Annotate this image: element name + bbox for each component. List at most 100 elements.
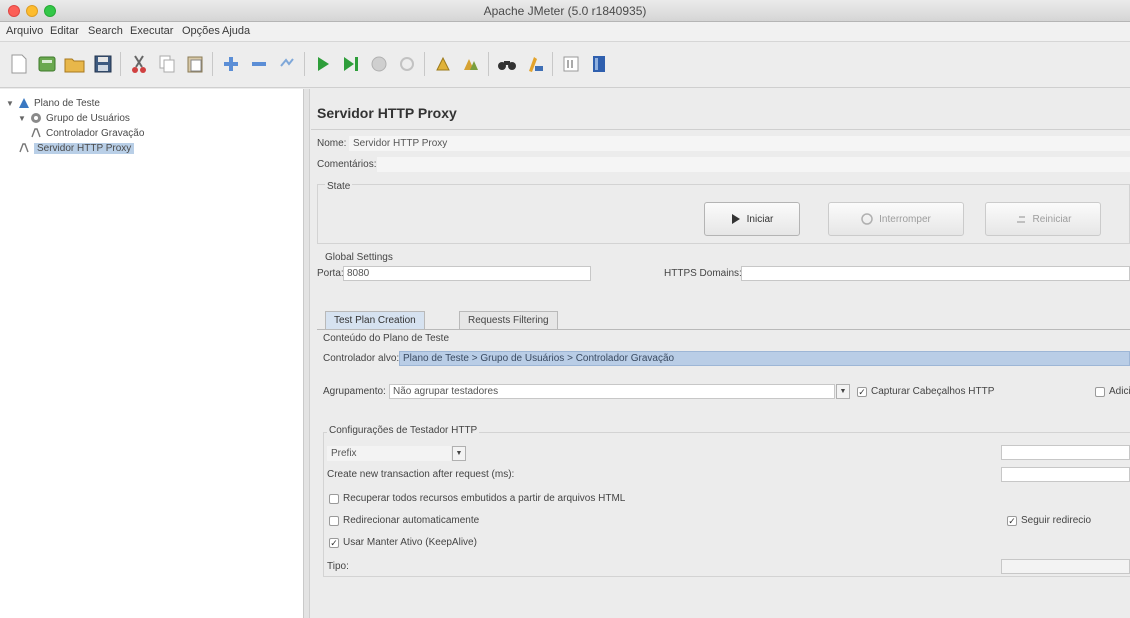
menu-ajuda[interactable]: Ajuda (222, 25, 250, 37)
retrieve-resources-checkbox[interactable]: Recuperar todos recursos embutidos a par… (329, 493, 625, 504)
follow-redirects-checkbox[interactable]: ✓ Seguir redirecio (1007, 515, 1091, 526)
toolbar-separator (552, 52, 553, 76)
split-pane-divider[interactable] (304, 89, 310, 618)
redirect-auto-checkbox[interactable]: Redirecionar automaticamente (329, 515, 479, 526)
window-titlebar: Apache JMeter (5.0 r1840935) (0, 0, 1130, 22)
checkbox-checked-icon: ✓ (857, 386, 867, 397)
toolbar-separator (120, 52, 121, 76)
menu-editar[interactable]: Editar (50, 25, 79, 37)
retrieve-resources-label: Recuperar todos recursos embutidos a par… (343, 493, 626, 504)
play-icon (731, 214, 740, 224)
tab-requests-filtering[interactable]: Requests Filtering (459, 311, 558, 329)
test-plan-content-label: Conteúdo do Plano de Teste (323, 333, 450, 344)
toolbar-separator (488, 52, 489, 76)
prefix-select[interactable]: Prefix (327, 446, 451, 461)
capture-headers-label: Capturar Cabeçalhos HTTP (871, 386, 995, 397)
start-no-pause-icon[interactable] (338, 51, 364, 77)
title-divider (311, 129, 1130, 130)
port-label: Porta: (317, 268, 344, 279)
clear-icon[interactable] (430, 51, 456, 77)
page-title: Servidor HTTP Proxy (317, 105, 457, 121)
transaction-delay-field[interactable] (1001, 467, 1130, 482)
toggle-icon[interactable] (274, 51, 300, 77)
comments-field[interactable] (377, 157, 1130, 172)
controller-icon (31, 128, 41, 138)
toolbar-separator (424, 52, 425, 76)
state-label: State (325, 181, 353, 192)
comments-label: Comentários: (317, 159, 377, 170)
prefix-value-field[interactable] (1001, 445, 1130, 460)
follow-redirects-label: Seguir redirecio (1021, 515, 1092, 526)
tree-node-test-plan[interactable]: ▼ Plano de Teste (6, 97, 100, 109)
proxy-icon (19, 143, 29, 153)
redirect-auto-label: Redirecionar automaticamente (343, 515, 480, 526)
test-plan-icon (19, 98, 29, 108)
menu-opcoes[interactable]: Opções (182, 25, 220, 37)
global-settings-label: Global Settings (325, 252, 393, 263)
cut-icon[interactable] (126, 51, 152, 77)
menu-arquivo[interactable]: Arquivo (6, 25, 43, 37)
collapse-twisty-icon[interactable]: ▼ (6, 99, 14, 108)
keepalive-label: Usar Manter Ativo (KeepAlive) (343, 537, 477, 548)
open-icon[interactable] (62, 51, 88, 77)
menu-bar: Arquivo Editar Search Executar Opções Aj… (0, 22, 1130, 42)
checkbox-unchecked-icon (329, 515, 339, 526)
target-controller-select[interactable]: Plano de Teste > Grupo de Usuários > Con… (399, 351, 1130, 366)
checkbox-checked-icon: ✓ (1007, 515, 1017, 526)
keepalive-checkbox[interactable]: ✓ Usar Manter Ativo (KeepAlive) (329, 537, 477, 548)
grouping-select[interactable]: Não agrupar testadores (389, 384, 835, 399)
stop-icon[interactable] (366, 51, 392, 77)
copy-icon[interactable] (154, 51, 180, 77)
checkbox-checked-icon: ✓ (329, 537, 339, 548)
paste-icon[interactable] (182, 51, 208, 77)
toolbar-separator (304, 52, 305, 76)
tree-node-http-proxy[interactable]: Servidor HTTP Proxy (18, 142, 135, 154)
collapse-icon[interactable] (246, 51, 272, 77)
grouping-dropdown-arrow-icon[interactable]: ▼ (836, 384, 850, 399)
tree-node-label: Servidor HTTP Proxy (34, 142, 135, 154)
https-domains-label: HTTPS Domains: (664, 268, 742, 279)
stop-button[interactable]: Interromper (828, 202, 964, 236)
add-assertions-checkbox[interactable]: Adicio (1095, 386, 1130, 397)
port-field[interactable]: 8080 (343, 266, 591, 281)
start-button-label: Iniciar (746, 213, 774, 225)
restart-icon (1016, 216, 1025, 223)
expand-icon[interactable] (218, 51, 244, 77)
start-icon[interactable] (310, 51, 336, 77)
help-icon[interactable] (586, 51, 612, 77)
menu-executar[interactable]: Executar (130, 25, 173, 37)
checkbox-unchecked-icon (329, 493, 339, 504)
name-field[interactable]: Servidor HTTP Proxy (349, 136, 1130, 151)
test-plan-tree: ▼ Plano de Teste ▼ Grupo de Usuários Con… (0, 89, 304, 618)
start-button[interactable]: Iniciar (704, 202, 800, 236)
new-icon[interactable] (6, 51, 32, 77)
menu-search[interactable]: Search (88, 25, 123, 37)
capture-headers-checkbox[interactable]: ✓ Capturar Cabeçalhos HTTP (857, 386, 994, 397)
https-domains-field[interactable] (741, 266, 1130, 281)
tree-node-thread-group[interactable]: ▼ Grupo de Usuários (18, 112, 130, 124)
thread-group-gear-icon (31, 113, 41, 123)
type-label: Tipo: (327, 561, 349, 572)
toolbar (0, 42, 1130, 88)
tree-node-recording-controller[interactable]: Controlador Gravação (30, 127, 144, 139)
proxy-settings-panel: Servidor HTTP Proxy Nome: Servidor HTTP … (311, 89, 1130, 618)
prefix-dropdown-arrow-icon[interactable]: ▼ (452, 446, 466, 461)
clear-all-icon[interactable] (458, 51, 484, 77)
toolbar-separator (212, 52, 213, 76)
sampler-config-label: Configurações de Testador HTTP (327, 425, 480, 436)
tree-node-label: Grupo de Usuários (46, 112, 130, 124)
tab-test-plan-creation[interactable]: Test Plan Creation (325, 311, 425, 329)
function-helper-icon[interactable] (558, 51, 584, 77)
save-icon[interactable] (90, 51, 116, 77)
restart-button[interactable]: Reiniciar (985, 202, 1101, 236)
shutdown-icon[interactable] (394, 51, 420, 77)
reset-search-icon[interactable] (522, 51, 548, 77)
collapse-twisty-icon[interactable]: ▼ (18, 114, 26, 123)
templates-icon[interactable] (34, 51, 60, 77)
restart-button-label: Reiniciar (1032, 213, 1072, 225)
create-transaction-label: Create new transaction after request (ms… (327, 469, 515, 480)
type-select[interactable] (1001, 559, 1130, 574)
stop-icon (861, 213, 873, 225)
search-icon[interactable] (494, 51, 520, 77)
grouping-label: Agrupamento: (323, 386, 386, 397)
